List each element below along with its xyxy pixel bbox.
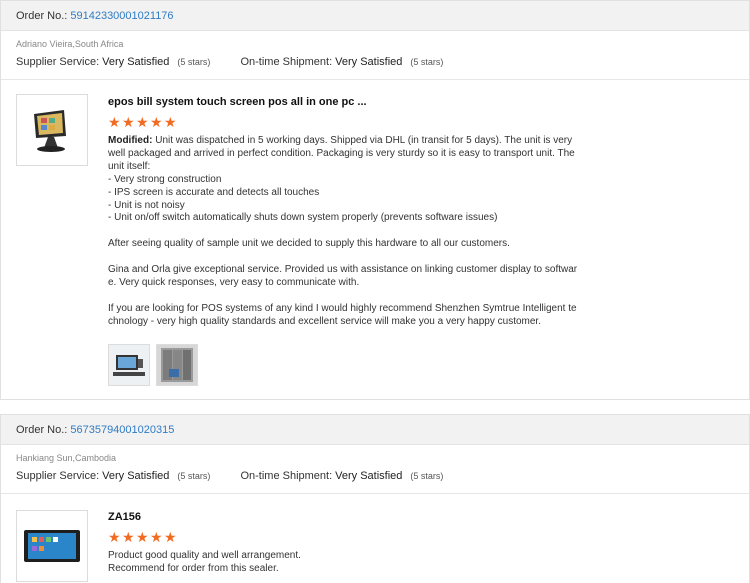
shipment-stars: (5 stars) [410,57,444,67]
star-rating: ★ ★ ★ ★ ★ [108,529,578,545]
order-label: Order No.: [16,9,68,22]
star-icon: ★ [164,114,177,130]
star-icon: ★ [108,114,121,130]
divider [1,79,749,80]
supplier-ratings: Supplier Service: Very Satisfied (5 star… [1,55,749,69]
star-icon: ★ [150,529,163,545]
modified-label: Modified: [108,135,153,146]
supplier-service-label: Supplier Service: [16,470,100,482]
shipment-value: Very Satisfied [335,470,403,482]
shipment-label: On-time Shipment: [240,470,333,482]
supplier-service-label: Supplier Service: [16,56,100,68]
pos-terminal-photo-icon [109,344,149,385]
review-line: Recommend for order from this sealer. [108,562,279,574]
divider [1,493,749,494]
review-line: After seeing quality of sample unit we d… [108,238,510,250]
review-paragraph: Modified: Unit was dispatched in 5 worki… [108,135,575,172]
star-icon: ★ [136,529,149,545]
star-icon: ★ [164,529,177,545]
order-header: Order No.: 56735794001020315 [1,415,749,445]
star-rating: ★ ★ ★ ★ ★ [108,114,578,130]
review-line: If you are looking for POS systems of an… [108,302,577,327]
order-label: Order No.: [16,423,68,436]
shipment-label: On-time Shipment: [240,56,333,68]
review-line: Gina and Orla give exceptional service. … [108,264,578,288]
star-icon: ★ [136,114,149,130]
buyer-name: Hankiang Sun,Cambodia [16,453,117,463]
product-thumbnail[interactable] [16,94,88,166]
star-icon: ★ [122,529,135,545]
supplier-service-value: Very Satisfied [102,470,170,482]
product-thumbnail[interactable] [16,510,88,582]
review-line: - Very strong construction [108,173,222,185]
supplier-service-value: Very Satisfied [102,56,170,68]
star-icon: ★ [150,114,163,130]
review-content: epos bill system touch screen pos all in… [108,95,578,386]
supplier-service-stars: (5 stars) [177,57,211,67]
review-photo[interactable] [108,343,150,386]
order-number-link[interactable]: 56735794001020315 [70,424,174,436]
review-photos [108,343,578,386]
review-photo[interactable] [156,343,198,386]
supplier-service-stars: (5 stars) [177,471,211,481]
product-title-link[interactable]: epos bill system touch screen pos all in… [108,95,578,109]
order-number-link[interactable]: 59142330001021176 [70,10,173,22]
star-icon: ★ [108,529,121,545]
tablet-display-icon [24,530,80,562]
shipment-value: Very Satisfied [335,56,403,68]
review-line: Product good quality and well arrangemen… [108,550,301,561]
pos-terminal-icon [34,110,66,152]
supplier-ratings: Supplier Service: Very Satisfied (5 star… [1,469,749,483]
boxed-units-photo-icon [157,344,197,385]
review-content: ZA156 ★ ★ ★ ★ ★ Product good quality and… [108,510,578,576]
product-title-link[interactable]: ZA156 [108,510,578,524]
buyer-name: Adriano Vieira,South Africa [16,39,124,49]
review-line: - IPS screen is accurate and detects all… [108,186,320,198]
star-icon: ★ [122,114,135,130]
review-line: - Unit is not noisy [108,199,185,211]
order-card: Order No.: 59142330001021176 Adriano Vie… [0,0,750,400]
review-text: Modified: Unit was dispatched in 5 worki… [108,135,578,329]
order-card: Order No.: 56735794001020315 Hankiang Su… [0,414,750,583]
shipment-stars: (5 stars) [410,471,444,481]
review-line: - Unit on/off switch automatically shuts… [108,212,498,224]
review-text: Product good quality and well arrangemen… [108,550,578,576]
order-header: Order No.: 59142330001021176 [1,1,749,31]
